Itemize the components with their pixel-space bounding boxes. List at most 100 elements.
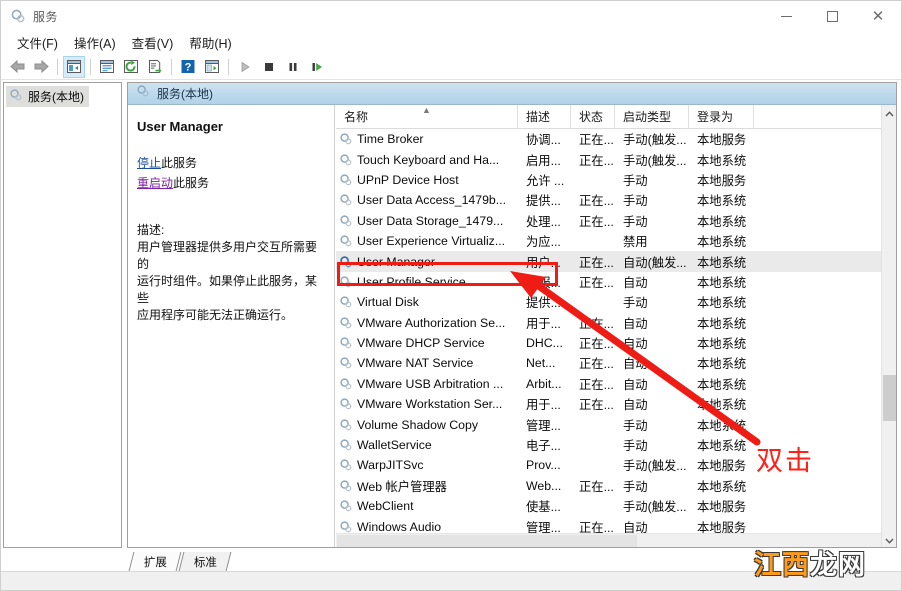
toolbar-properties-button[interactable] <box>96 56 118 78</box>
table-row[interactable]: User Data Storage_1479... 处理... 正在... 手动 本地系… <box>336 211 881 231</box>
forward-arrow-icon <box>34 59 49 74</box>
table-row[interactable]: Volume Shadow Copy 管理... 手动 本地系统 <box>336 414 881 434</box>
tab-standard[interactable]: 标准 <box>178 552 232 571</box>
cell-service-name: UPnP Device Host <box>336 173 518 187</box>
cell-service-name: Time Broker <box>336 132 518 146</box>
service-gear-icon <box>340 317 352 329</box>
cell-startup-type: 自动 <box>623 398 648 413</box>
column-header-name[interactable]: 名称 ▲ <box>336 105 518 128</box>
pane-header: 服务(本地) <box>128 83 896 105</box>
vertical-scrollbar[interactable] <box>881 105 896 547</box>
scroll-up-button[interactable] <box>882 105 896 122</box>
service-name-label: User Manager <box>357 254 435 269</box>
cell-service-name: Virtual Disk <box>336 295 518 309</box>
table-row[interactable]: User Data Access_1479b... 提供... 正在... 手动 本地系… <box>336 190 881 210</box>
table-row[interactable]: VMware USB Arbitration ... Arbit... 正在... 自… <box>336 374 881 394</box>
service-gear-icon <box>340 419 352 430</box>
table-row[interactable]: User Profile Service 此服... 正在... 自动 本地系统 <box>336 272 881 292</box>
svg-text:?: ? <box>185 62 192 74</box>
service-name-label: VMware Workstation Ser... <box>357 397 503 412</box>
toolbar-refresh-button[interactable] <box>120 56 142 78</box>
close-button[interactable]: ✕ <box>855 1 901 31</box>
table-row[interactable]: VMware NAT Service Net... 正在... 自动 本地系统 <box>336 353 881 373</box>
cell-description: 此服... <box>526 275 561 290</box>
menu-file[interactable]: 文件(F) <box>9 31 66 54</box>
service-name-label: User Data Access_1479b... <box>357 193 507 208</box>
service-name-label: WebClient <box>357 499 414 514</box>
maximize-icon <box>826 10 838 22</box>
window-controls: ✕ <box>763 1 901 31</box>
services-window: 服务 ✕ 文件(F) 操作(A) 查看(V) 帮助(H) ? 服务(本地) 服务… <box>0 0 902 591</box>
vertical-scrollbar-thumb[interactable] <box>883 375 896 421</box>
table-row[interactable]: Windows Audio 管理... 正在... 自动 本地服务 <box>336 516 881 533</box>
service-gear-icon <box>340 459 352 471</box>
cell-description: 管理... <box>526 520 561 533</box>
tree-node-services-local[interactable]: 服务(本地) <box>6 86 89 107</box>
table-row[interactable]: VMware Workstation Ser... 用于... 正在... 自动 本地系… <box>336 394 881 414</box>
menu-action[interactable]: 操作(A) <box>66 31 124 54</box>
cell-log-on-as: 本地系统 <box>697 296 747 311</box>
service-name-label: Time Broker <box>357 132 424 147</box>
column-header-log-on-as[interactable]: 登录为 <box>689 105 754 128</box>
toolbar-help-button[interactable]: ? <box>177 56 199 78</box>
cell-service-name: User Profile Service <box>336 275 518 289</box>
description-text: 用户管理器提供多用户交互所需要的 运行时组件。如果停止此服务，某些 应用程序可能… <box>137 239 324 324</box>
toolbar-console-button[interactable] <box>201 56 223 78</box>
column-header-status[interactable]: 状态 <box>571 105 615 128</box>
tab-extended[interactable]: 扩展 <box>128 552 182 571</box>
toolbar-export-button[interactable] <box>144 56 166 78</box>
table-row[interactable]: VMware Authorization Se... 用于... 正在... 自动 本地… <box>336 313 881 333</box>
service-name-label: UPnP Device Host <box>357 172 459 187</box>
service-name-label: VMware Authorization Se... <box>357 315 506 330</box>
toolbar-forward-button[interactable] <box>30 56 52 78</box>
service-gear-icon <box>340 480 352 492</box>
view-tabs: 扩展 标准 <box>127 552 899 571</box>
cell-log-on-as: 本地系统 <box>697 316 747 331</box>
table-row[interactable]: Touch Keyboard and Ha... 启用... 正在... 手动(触发.… <box>336 149 881 169</box>
maximize-button[interactable] <box>809 1 855 31</box>
minimize-button[interactable] <box>763 1 809 31</box>
toolbar-start-button[interactable] <box>234 56 256 78</box>
scroll-down-button[interactable] <box>882 532 896 547</box>
column-header-description[interactable]: 描述 <box>518 105 571 128</box>
cell-startup-type: 自动(触发... <box>623 255 687 270</box>
table-row[interactable]: User Experience Virtualiz... 为应... 禁用 本地系统 <box>336 231 881 251</box>
toolbar-stop-button[interactable] <box>258 56 280 78</box>
service-gear-icon <box>340 520 352 532</box>
table-row[interactable]: WebClient 使基... 手动(触发... 本地服务 <box>336 496 881 516</box>
table-row[interactable]: User Manager 用户... 正在... 自动(触发... 本地系统 <box>336 251 881 272</box>
toolbar-back-button[interactable] <box>6 56 28 78</box>
cell-startup-type: 自动 <box>623 357 648 372</box>
cell-startup-type: 手动(触发... <box>623 500 687 515</box>
toolbar-restart-button[interactable] <box>306 56 328 78</box>
table-row[interactable]: WarpJITSvc Prov... 手动(触发... 本地服务 <box>336 455 881 475</box>
table-row[interactable]: UPnP Device Host 允许 ... 手动 本地服务 <box>336 170 881 190</box>
table-row[interactable]: Time Broker 协调... 正在... 手动(触发... 本地服务 <box>336 129 881 149</box>
content-area: 服务(本地) 服务(本地) User Manager 停止此服务 重启动此服务 … <box>1 80 901 552</box>
play-icon <box>241 61 250 72</box>
cell-service-name: Windows Audio <box>336 520 518 533</box>
cell-log-on-as: 本地服务 <box>697 459 747 474</box>
table-row[interactable]: Web 帐户管理器 Web... 正在... 手动 本地系统 <box>336 476 881 496</box>
cell-status: 正在... <box>579 357 614 372</box>
toolbar-show-tree-button[interactable] <box>63 55 85 78</box>
cell-startup-type: 自动 <box>623 520 648 533</box>
cell-status: 正在... <box>579 337 614 352</box>
table-row[interactable]: Virtual Disk 提供... 手动 本地系统 <box>336 292 881 312</box>
cell-startup-type: 手动 <box>623 418 648 433</box>
horizontal-scrollbar[interactable] <box>336 533 881 547</box>
column-header-startup-type[interactable]: 启动类型 <box>615 105 689 128</box>
table-row[interactable]: VMware DHCP Service DHC... 正在... 自动 本地系统 <box>336 333 881 353</box>
menu-help[interactable]: 帮助(H) <box>181 31 239 54</box>
cell-startup-type: 手动(触发... <box>623 459 687 474</box>
service-gear-icon <box>340 174 352 186</box>
toolbar-pause-button[interactable] <box>282 56 304 78</box>
table-row[interactable]: WalletService 电子... 手动 本地系统 <box>336 435 881 455</box>
restart-service-link[interactable]: 重启动此服务 <box>137 174 324 191</box>
menu-view[interactable]: 查看(V) <box>124 31 182 54</box>
list-rows-viewport: Time Broker 协调... 正在... 手动(触发... 本地服务 Touch K… <box>336 129 881 533</box>
sort-ascending-icon: ▲ <box>422 105 431 115</box>
stop-service-link[interactable]: 停止此服务 <box>137 154 324 171</box>
export-list-icon <box>149 60 162 73</box>
horizontal-scrollbar-thumb[interactable] <box>337 535 637 547</box>
